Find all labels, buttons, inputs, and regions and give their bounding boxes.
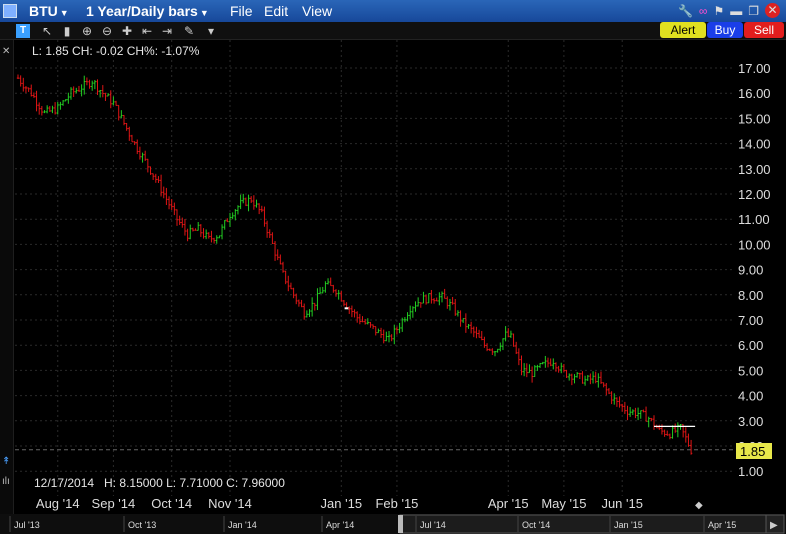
x-tick-label: Nov '14 [208, 496, 252, 511]
y-tick-label: 11.00 [738, 212, 770, 227]
y-tick-label: 3.00 [738, 414, 763, 429]
nav-label: Jul '14 [420, 520, 446, 530]
y-tick-label: 17.00 [738, 61, 771, 76]
y-tick-label: 9.00 [738, 263, 763, 278]
nav-label: Jan '14 [228, 520, 257, 530]
nav-label: Apr '14 [326, 520, 354, 530]
x-tick-label: Jan '15 [321, 496, 363, 511]
y-tick-label: 14.00 [738, 137, 771, 152]
y-tick-label: 12.00 [738, 187, 771, 202]
y-tick-label: 10.00 [738, 237, 771, 252]
y-axis: 17.00 16.00 15.00 14.00 13.00 12.00 11.00 10.00… [738, 61, 771, 479]
navigator-left-handle[interactable] [398, 515, 403, 533]
nav-label: Oct '14 [522, 520, 550, 530]
x-tick-label: Jun '15 [601, 496, 643, 511]
y-tick-label: 15.00 [738, 111, 771, 126]
price-chart[interactable]: 17.00 16.00 15.00 14.00 13.00 12.00 11.00 10.00… [0, 0, 786, 534]
y-tick-label: 16.00 [738, 86, 771, 101]
x-tick-label: Aug '14 [36, 496, 80, 511]
chevron-right-icon: ▶ [770, 520, 778, 531]
x-axis: Aug '14 Sep '14 Oct '14 Nov '14 Jan '15 Feb '… [36, 496, 643, 511]
nav-label: Oct '13 [128, 520, 156, 530]
nav-label: Jul '13 [14, 520, 40, 530]
x-tick-label: May '15 [541, 496, 586, 511]
x-tick-label: Apr '15 [488, 496, 529, 511]
nav-label: Apr '15 [708, 520, 736, 530]
nav-label: Jan '15 [614, 520, 643, 530]
last-price-label: 1.85 [740, 444, 765, 459]
y-tick-label: 5.00 [738, 363, 763, 378]
end-marker-icon[interactable]: ◆ [695, 500, 703, 511]
x-tick-label: Oct '14 [151, 496, 192, 511]
plot-area [15, 40, 736, 496]
y-tick-label: 4.00 [738, 389, 763, 404]
quote-line: L: 1.85 CH: -0.02 CH%: -1.07% [32, 44, 200, 58]
y-tick-label: 13.00 [738, 162, 771, 177]
x-tick-label: Feb '15 [375, 496, 418, 511]
x-tick-label: Sep '14 [92, 496, 136, 511]
y-tick-label: 8.00 [738, 288, 763, 303]
hover-info: 12/17/2014 H: 8.15000 L: 7.71000 C: 7.96… [34, 476, 285, 490]
y-tick-label: 7.00 [738, 313, 763, 328]
y-tick-label: 6.00 [738, 338, 763, 353]
y-tick-label: 1.00 [738, 464, 763, 479]
